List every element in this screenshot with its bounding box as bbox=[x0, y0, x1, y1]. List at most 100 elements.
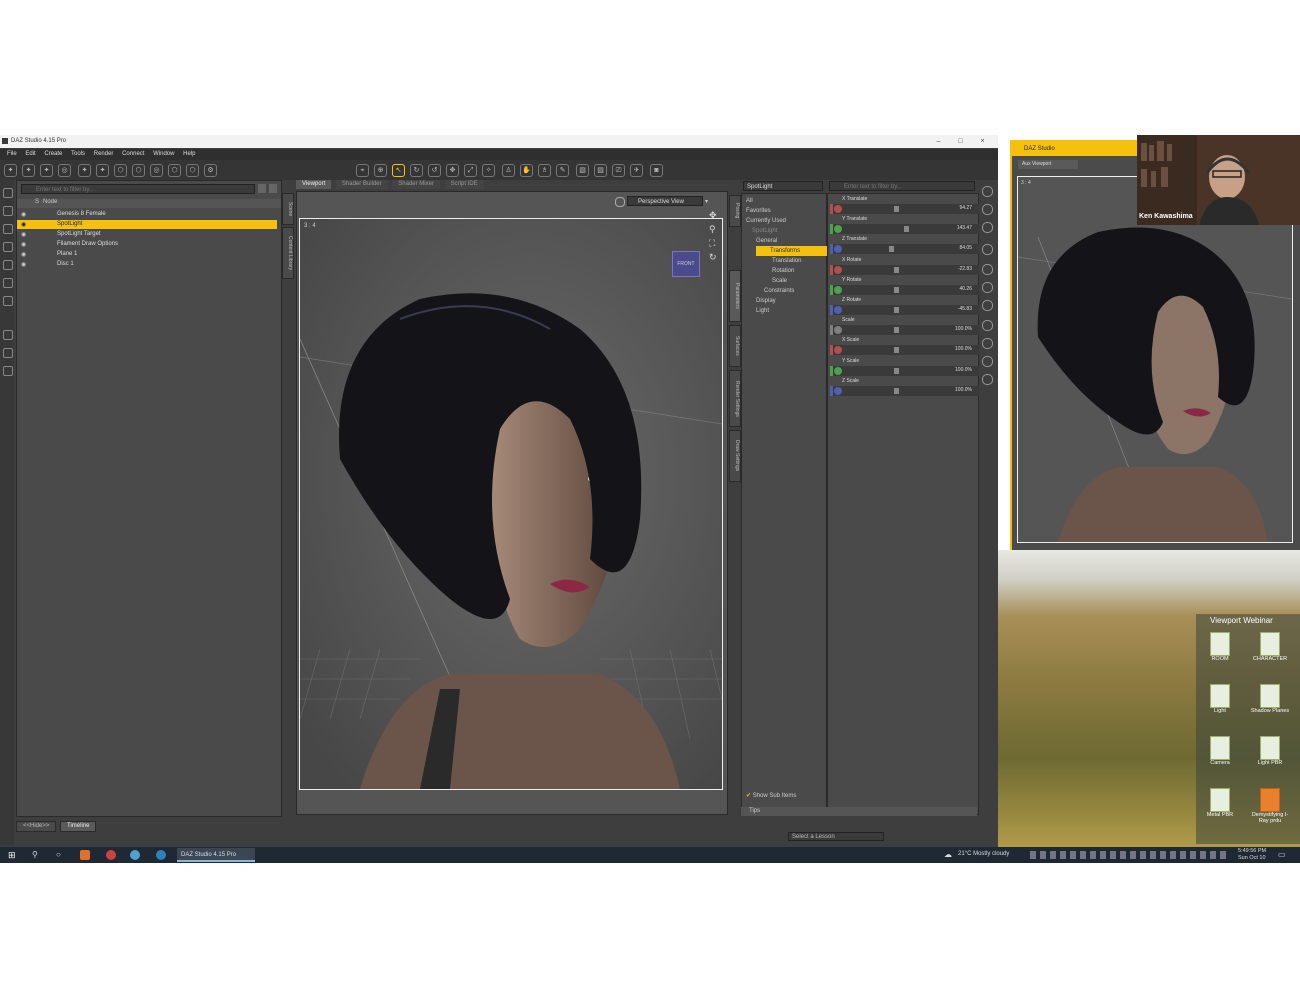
desktop-file-icon[interactable]: Metal PBR bbox=[1200, 788, 1240, 838]
scene-filter-input[interactable]: Enter text to filter by... bbox=[21, 184, 255, 194]
perspective-view-select[interactable]: Perspective View bbox=[627, 196, 703, 206]
frame-icon[interactable]: ⛶ bbox=[709, 238, 715, 249]
edge-icon[interactable] bbox=[156, 850, 166, 860]
slider-value[interactable]: 100.0% bbox=[955, 346, 972, 352]
parameter-slider[interactable]: X Scale 100.0% bbox=[830, 337, 979, 357]
toolbar-tool-icon[interactable]: ✦ bbox=[96, 164, 109, 177]
slider-value[interactable]: 94.27 bbox=[959, 205, 972, 211]
new-scene-icon[interactable] bbox=[3, 188, 13, 198]
close-icon[interactable]: × bbox=[978, 137, 987, 146]
parameter-slider[interactable]: Y Translate 143.47 bbox=[830, 216, 979, 236]
translate-tool-icon[interactable]: ✥ bbox=[446, 164, 459, 177]
scene-node-row[interactable]: ◉ SpotLight bbox=[17, 220, 277, 229]
slider-value[interactable]: -22.83 bbox=[958, 266, 972, 272]
slider-knob[interactable] bbox=[894, 307, 899, 313]
app-icon[interactable] bbox=[80, 850, 90, 860]
desktop-file-icon[interactable]: Light PBR bbox=[1250, 736, 1290, 786]
taskbar-clock[interactable]: 5:49:56 PM Sun Oct 10 bbox=[1238, 848, 1266, 862]
chat-icon[interactable] bbox=[130, 850, 140, 860]
minimize-icon[interactable]: – bbox=[934, 137, 943, 146]
menu-connect[interactable]: Connect bbox=[122, 149, 144, 160]
slider-track[interactable] bbox=[830, 244, 979, 255]
tab-aux-viewport[interactable]: Aux Viewport bbox=[1018, 160, 1078, 169]
tab-render-settings[interactable]: Render Settings bbox=[729, 370, 741, 427]
merge-icon[interactable] bbox=[3, 224, 13, 234]
menu-help[interactable]: Help bbox=[183, 149, 195, 160]
eye-icon[interactable]: ◉ bbox=[21, 261, 29, 268]
paint-tool-icon[interactable]: ▧ bbox=[576, 164, 589, 177]
desktop-file-icon[interactable]: CHARACTER bbox=[1250, 632, 1290, 682]
slider-knob[interactable] bbox=[894, 286, 899, 293]
tool-icon[interactable] bbox=[982, 374, 993, 385]
taskbar-daz-studio[interactable]: DAZ Studio 4.15 Pro bbox=[177, 848, 255, 862]
pointer-tool-icon[interactable]: ↖ bbox=[392, 164, 405, 177]
scene-node-row[interactable]: ◉ SpotLight Target bbox=[17, 230, 277, 239]
undo-icon[interactable] bbox=[3, 296, 13, 306]
node-select[interactable]: SpotLight bbox=[743, 181, 823, 191]
eye-icon[interactable]: ◉ bbox=[21, 211, 29, 218]
tips-tab[interactable]: Tips bbox=[741, 807, 977, 816]
category-item[interactable]: Rotation bbox=[772, 266, 794, 276]
figure-icon[interactable] bbox=[982, 204, 993, 215]
lights-icon[interactable] bbox=[982, 244, 993, 255]
scene-node-row[interactable]: ◉ Filament Draw Options bbox=[17, 240, 277, 249]
menu-file[interactable]: File bbox=[7, 149, 17, 160]
save-as-icon[interactable] bbox=[3, 260, 13, 270]
search-icon[interactable]: ⚲ bbox=[32, 850, 42, 860]
ps-bridge-icon[interactable] bbox=[3, 330, 13, 340]
tab-viewport[interactable]: Viewport bbox=[296, 180, 332, 189]
desktop-file-icon[interactable]: Shadow Planes bbox=[1250, 684, 1290, 734]
category-item[interactable]: Scale bbox=[772, 276, 787, 286]
category-item[interactable]: Transforms bbox=[756, 246, 836, 256]
slider-knob[interactable] bbox=[894, 387, 899, 394]
parameter-slider[interactable]: X Translate 94.27 bbox=[830, 196, 979, 216]
slider-track[interactable] bbox=[830, 305, 979, 315]
tool-icon[interactable] bbox=[982, 320, 993, 331]
slider-knob[interactable] bbox=[894, 367, 899, 374]
tool-icon[interactable] bbox=[982, 338, 993, 349]
slider-value[interactable]: 100.0% bbox=[955, 326, 972, 332]
toolbar-tool-icon[interactable]: ✦ bbox=[4, 164, 17, 177]
camera-tool-icon[interactable]: ⎚ bbox=[612, 164, 625, 177]
parameter-slider[interactable]: Y Scale 100.0% bbox=[830, 358, 979, 378]
slider-knob[interactable] bbox=[894, 266, 899, 273]
category-item[interactable]: All bbox=[746, 196, 753, 206]
tab-surfaces[interactable]: Surfaces bbox=[729, 325, 741, 367]
toolbar-tool-icon[interactable]: ⬡ bbox=[186, 164, 199, 177]
scene-node-row[interactable]: ◉ Disc 1 bbox=[17, 260, 277, 269]
windows-start-icon[interactable]: ⊞ bbox=[8, 850, 18, 860]
scale-tool-icon[interactable]: ⤢ bbox=[464, 164, 477, 177]
parameter-slider[interactable]: X Rotate -22.83 bbox=[830, 257, 979, 277]
figure-icon[interactable] bbox=[3, 366, 13, 376]
slider-knob[interactable] bbox=[894, 206, 899, 212]
export-icon[interactable] bbox=[3, 278, 13, 288]
viewport[interactable]: Perspective View ▾ 3: 4 FRONT ✥ ⚲ ⛶ ↻ bbox=[296, 191, 728, 815]
eye-icon[interactable]: ◉ bbox=[21, 231, 29, 238]
rotate-tool-icon[interactable]: ↺ bbox=[428, 164, 441, 177]
toolbar-tool-icon[interactable]: ⬡ bbox=[132, 164, 145, 177]
parameter-slider[interactable]: Y Rotate 40.26 bbox=[830, 277, 979, 297]
open-icon[interactable] bbox=[3, 206, 13, 216]
task-view-icon[interactable]: ○ bbox=[56, 850, 66, 860]
category-item[interactable]: Currently Used bbox=[746, 216, 786, 226]
save-icon[interactable] bbox=[3, 242, 13, 252]
menu-render[interactable]: Render bbox=[94, 149, 114, 160]
slider-knob[interactable] bbox=[889, 246, 894, 253]
maximize-icon[interactable]: □ bbox=[956, 137, 965, 146]
tab-timeline[interactable]: Timeline bbox=[60, 821, 97, 832]
category-item[interactable]: Translation bbox=[772, 256, 801, 266]
parameter-slider[interactable]: Z Scale 100.0% bbox=[830, 378, 979, 398]
parameter-slider[interactable]: Scale 100.0% bbox=[830, 317, 979, 337]
parameter-slider[interactable]: Z Rotate -45.83 bbox=[830, 297, 979, 317]
eye-icon[interactable]: ◉ bbox=[21, 251, 29, 258]
help-icon[interactable] bbox=[982, 222, 993, 233]
weather-text[interactable]: 21°C Mostly cloudy bbox=[958, 851, 1009, 857]
tab-script-ide[interactable]: Script IDE bbox=[444, 180, 484, 189]
node-selection-icon[interactable]: ⌖ bbox=[356, 164, 369, 177]
slider-knob[interactable] bbox=[904, 226, 909, 233]
zoom-icon[interactable]: ⚲ bbox=[709, 224, 716, 235]
category-item[interactable]: Display bbox=[756, 296, 776, 306]
tab-posing[interactable]: Posing bbox=[729, 195, 741, 227]
figure-tool-icon[interactable]: ♗ bbox=[538, 164, 551, 177]
tab-content-library[interactable]: Content Library bbox=[282, 227, 294, 279]
